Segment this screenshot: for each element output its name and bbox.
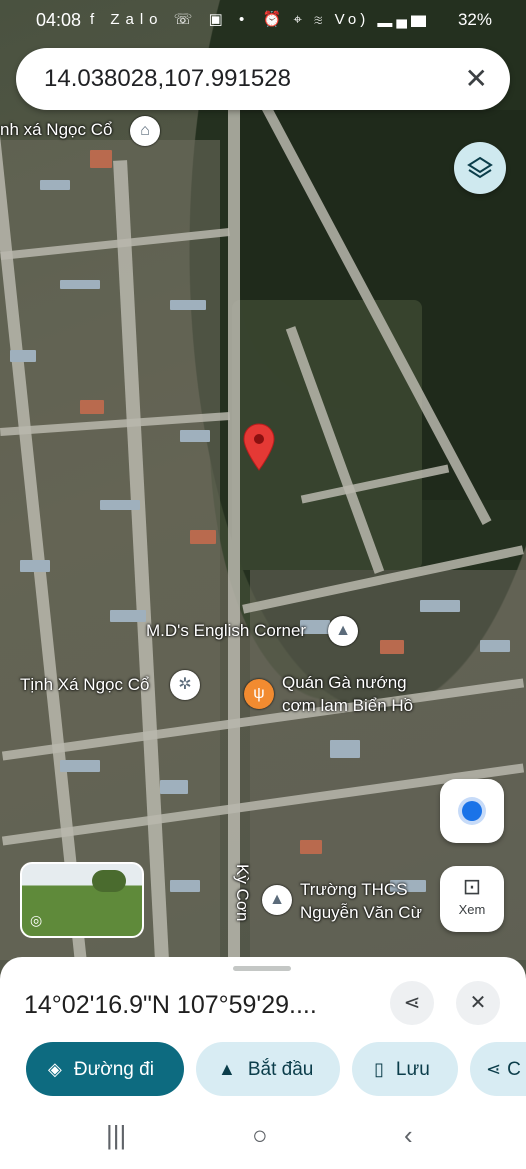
battery-level: 32%	[457, 10, 492, 29]
recents-icon[interactable]: |||	[106, 1120, 126, 1151]
street-label: Kỳ Cơn	[233, 864, 252, 922]
share-label: C	[507, 1059, 521, 1080]
bottom-sheet[interactable]: 14°02'16.9"N 107°59'29.... ⋖ ✕ ◈ Đường đi…	[0, 957, 526, 1169]
poi-label-top[interactable]: nh xá Ngọc Cổ	[0, 120, 112, 140]
notification-icons: f Zalo ☏ ▣ •	[90, 11, 251, 28]
system-nav-bar: ||| ○ ‹	[0, 1110, 526, 1169]
poi-label-school-1[interactable]: Trường THCS	[300, 880, 408, 900]
back-icon[interactable]: ‹	[404, 1120, 413, 1151]
directions-label: Đường đi	[73, 1059, 154, 1080]
poi-label-restaurant-1[interactable]: Quán Gà nướng	[282, 673, 407, 693]
close-icon[interactable]: ✕	[456, 981, 500, 1025]
start-button[interactable]: ▲ Bắt đầu	[196, 1042, 340, 1096]
layers-icon	[467, 156, 493, 179]
save-button[interactable]: ▯ Lưu	[352, 1042, 458, 1096]
share-button[interactable]: ⋖ C	[470, 1042, 526, 1096]
poi-label-tinh-xa[interactable]: Tịnh Xá Ngọc Cổ	[20, 675, 149, 695]
system-icons: ⏰ ⌖ ≋ Vo) ▂▄▆	[262, 11, 430, 28]
directions-icon: ◈	[48, 1059, 62, 1079]
temple-icon[interactable]: ⌂	[130, 116, 160, 146]
my-location-button[interactable]	[440, 779, 504, 843]
start-label: Bắt đầu	[247, 1059, 314, 1080]
search-query[interactable]: 14.038028,107.991528	[44, 65, 291, 93]
poi-label-restaurant-2[interactable]: cơm lam Biển Hồ	[282, 696, 413, 716]
school-icon[interactable]: ▲	[328, 616, 358, 646]
search-bar[interactable]: 14.038028,107.991528 ✕	[16, 48, 510, 110]
save-label: Lưu	[395, 1059, 430, 1080]
directions-button[interactable]: ◈ Đường đi	[26, 1042, 184, 1096]
school-icon[interactable]: ▲	[262, 885, 292, 915]
home-icon[interactable]: ○	[252, 1120, 268, 1151]
lens-label: Xem	[458, 902, 486, 917]
street-view-icon: ◎	[30, 912, 43, 928]
drag-handle[interactable]	[233, 966, 291, 971]
layers-button[interactable]	[454, 142, 506, 194]
dharma-wheel-icon[interactable]: ✲	[170, 670, 200, 700]
poi-label-school-2[interactable]: Nguyễn Văn Cừ	[300, 903, 422, 923]
location-pin-icon[interactable]	[242, 422, 276, 472]
location-dot-icon	[462, 801, 482, 821]
restaurant-icon[interactable]: ψ	[244, 679, 274, 709]
camera-lens-icon: ⊡	[462, 874, 482, 899]
coordinates-title: 14°02'16.9"N 107°59'29....	[24, 991, 317, 1019]
bookmark-icon: ▯	[374, 1059, 384, 1079]
poi-label-english-corner[interactable]: M.D's English Corner	[146, 621, 306, 641]
lens-button[interactable]: ⊡ Xem	[440, 866, 504, 932]
street-view-thumbnail[interactable]: ◎	[20, 862, 144, 938]
navigation-arrow-icon: ▲	[218, 1059, 236, 1079]
share-icon[interactable]: ⋖	[390, 981, 434, 1025]
close-icon[interactable]: ✕	[465, 62, 488, 95]
share-icon: ⋖	[486, 1059, 502, 1079]
status-bar: 04:08 f Zalo ☏ ▣ • ⏰ ⌖ ≋ Vo) ▂▄▆ 32%	[0, 0, 526, 42]
status-time: 04:08	[36, 10, 82, 30]
